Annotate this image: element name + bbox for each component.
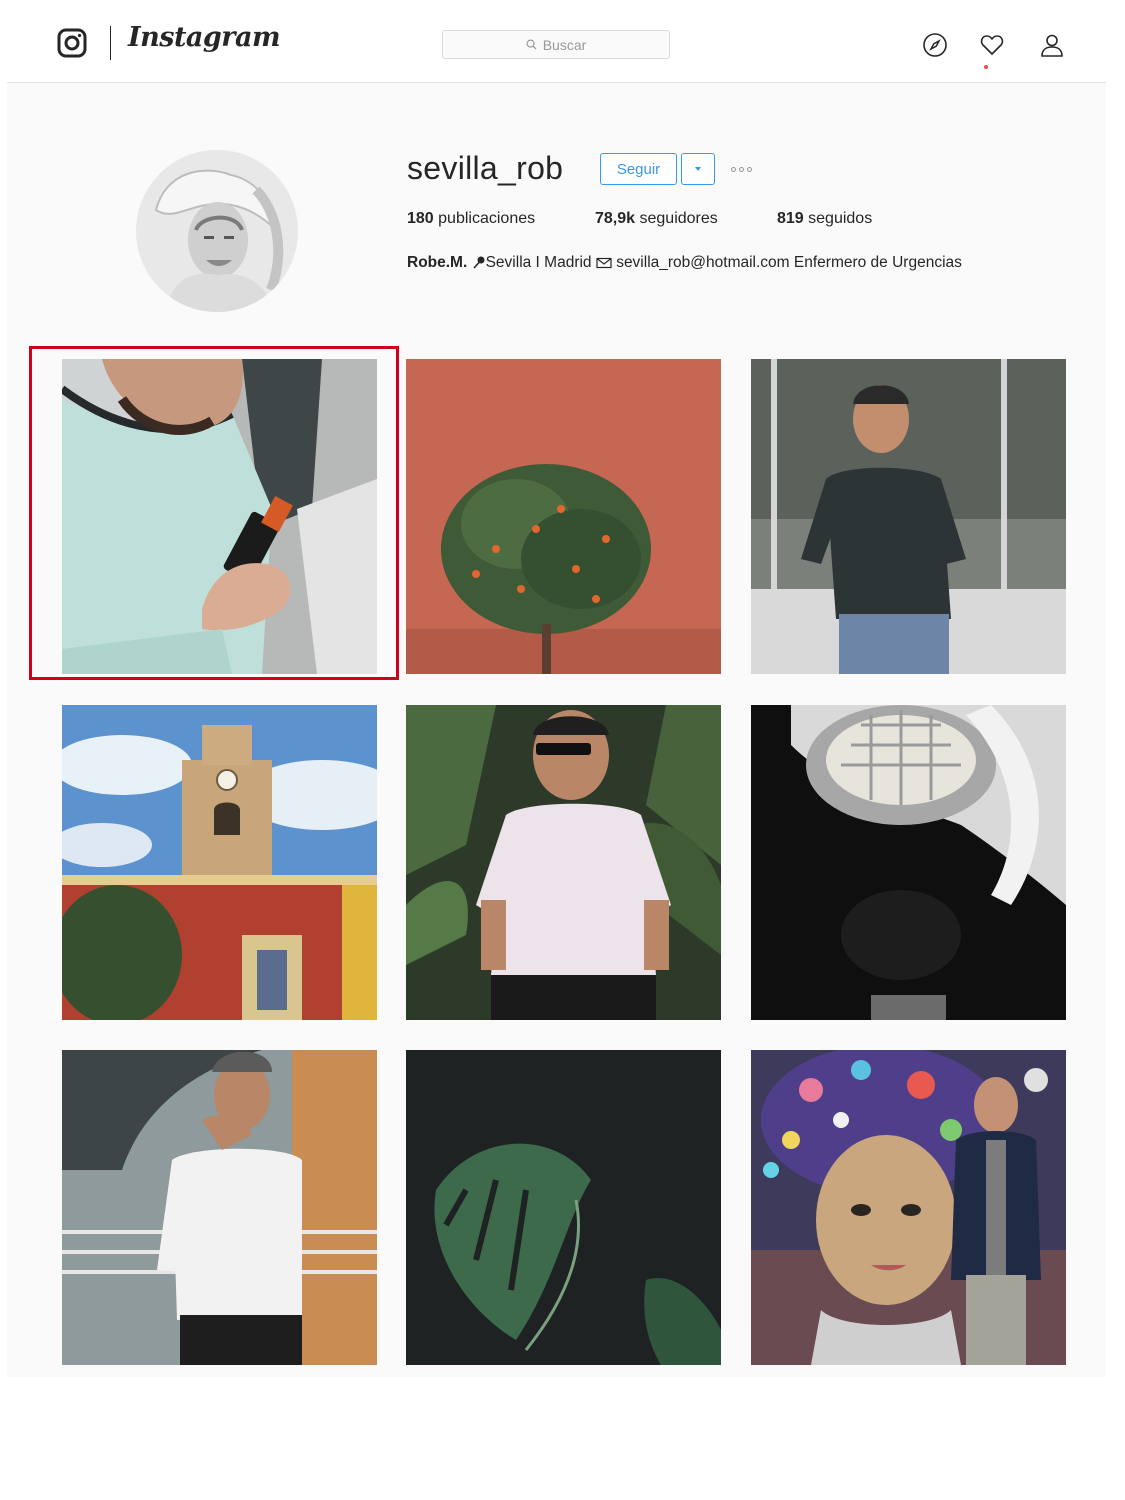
notification-dot: [984, 65, 988, 69]
profile-person-icon[interactable]: [1039, 32, 1065, 58]
post-image-spiral: [751, 705, 1066, 1020]
post-image-sunglasses: [406, 705, 721, 1020]
profile-username: sevilla_rob: [407, 150, 564, 186]
suggestions-dropdown-button[interactable]: [681, 153, 715, 185]
search-input[interactable]: Buscar: [442, 30, 670, 59]
post-tile[interactable]: [751, 1050, 1066, 1365]
post-tile[interactable]: [751, 705, 1066, 1020]
post-tile[interactable]: [406, 705, 721, 1020]
bio-text: Enfermero de Urgencias: [793, 254, 962, 271]
chevron-down-icon: [695, 167, 701, 171]
bio-email[interactable]: sevilla_rob@hotmail.com: [616, 254, 789, 271]
followers-label: seguidores: [639, 210, 718, 227]
more-options-icon[interactable]: [731, 162, 759, 176]
post-tile[interactable]: [751, 359, 1066, 674]
avatar[interactable]: [136, 150, 298, 312]
profile-bio: Robe.M. Sevilla I Madrid sevilla_rob@hot…: [407, 254, 962, 272]
post-image-orange-tree: [406, 359, 721, 674]
post-image-dark-tshirt: [751, 359, 1066, 674]
pin-icon: [473, 256, 485, 269]
instagram-wordmark[interactable]: Instagram: [128, 22, 281, 53]
post-image-clock-tower: [62, 705, 377, 1020]
posts-label: publicaciones: [438, 210, 536, 227]
search-placeholder: Buscar: [542, 36, 587, 53]
activity-heart-icon[interactable]: [979, 32, 1005, 58]
follow-button[interactable]: Seguir: [600, 153, 677, 185]
highlighted-post-frame: [29, 346, 399, 680]
post-tile[interactable]: [62, 705, 377, 1020]
bio-name: Robe.M.: [407, 254, 468, 271]
post-tile[interactable]: [406, 359, 721, 674]
instagram-logo-icon[interactable]: [57, 28, 87, 58]
following-count: 819: [777, 210, 804, 227]
posts-count: 180: [407, 210, 434, 227]
followers-stat[interactable]: 78,9k seguidores: [595, 210, 718, 228]
following-stat[interactable]: 819 seguidos: [777, 210, 872, 228]
logo-divider: [110, 26, 111, 60]
explore-compass-icon[interactable]: [922, 32, 948, 58]
post-image-white-tshirt: [62, 1050, 377, 1365]
search-icon: [526, 39, 537, 50]
followers-count: 78,9k: [595, 210, 636, 227]
following-label: seguidos: [808, 210, 873, 227]
post-image-monstera: [406, 1050, 721, 1365]
posts-stat: 180 publicaciones: [407, 210, 535, 228]
post-image-mural: [751, 1050, 1066, 1365]
mail-icon: [596, 257, 612, 269]
bio-location: Sevilla I Madrid: [485, 254, 592, 271]
avatar-photo: [136, 150, 298, 312]
post-tile[interactable]: [62, 1050, 377, 1365]
post-tile[interactable]: [406, 1050, 721, 1365]
